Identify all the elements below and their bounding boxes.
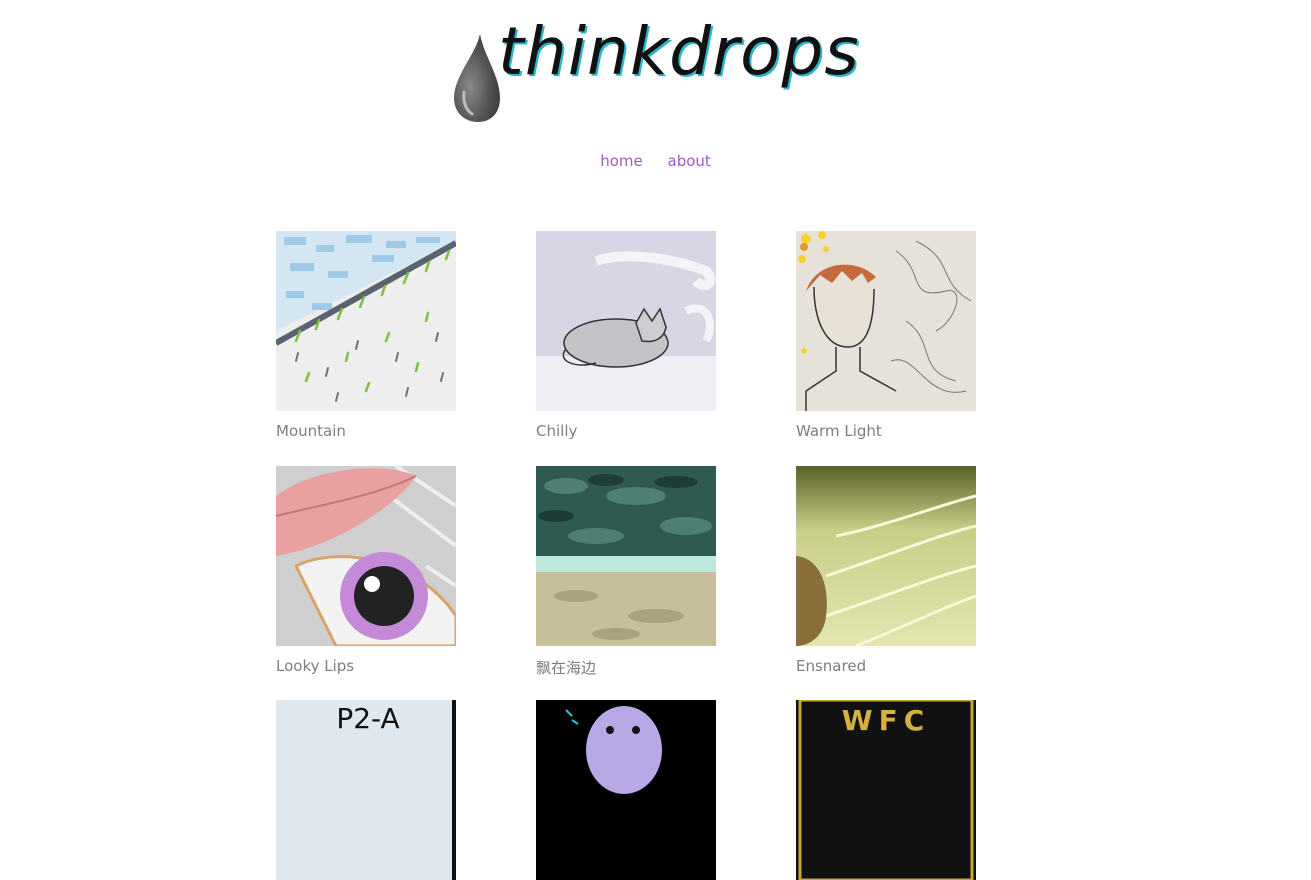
nav-link-home[interactable]: home — [600, 152, 643, 170]
artwork-thumbnail[interactable] — [536, 466, 716, 646]
main-nav: home about — [0, 152, 1311, 170]
gallery-item-wfc[interactable]: WFC — [796, 700, 976, 880]
artwork-label: WFC — [842, 704, 931, 737]
artwork-thumbnail[interactable] — [796, 466, 976, 646]
site-title: thinkdrops — [498, 13, 860, 90]
artwork-thumbnail[interactable]: P2-A — [276, 700, 456, 880]
gallery-item-looky-lips[interactable]: Looky Lips — [276, 466, 456, 675]
artwork-title: Chilly — [536, 422, 578, 440]
artwork-title: Ensnared — [796, 657, 867, 675]
gallery-item-mountain[interactable]: Mountain — [276, 231, 456, 440]
artwork-title: Looky Lips — [276, 657, 355, 675]
gallery-item-chilly[interactable]: Chilly — [536, 231, 716, 440]
gallery-item-portrait[interactable] — [536, 700, 716, 880]
site-logo[interactable]: thinkdrops — [450, 13, 859, 126]
artwork-label: P2-A — [336, 702, 399, 735]
artwork-thumbnail[interactable] — [536, 231, 716, 411]
gallery-item-warm-light[interactable]: Warm Light — [796, 231, 976, 440]
gallery-item-sea[interactable]: 飘在海边 — [536, 466, 716, 678]
artwork-title: 飘在海边 — [536, 659, 597, 677]
artwork-thumbnail[interactable] — [536, 700, 716, 880]
artwork-thumbnail[interactable] — [276, 231, 456, 411]
artwork-thumbnail[interactable]: WFC — [796, 700, 976, 880]
artwork-thumbnail[interactable] — [276, 466, 456, 646]
gallery-item-ensnared[interactable]: Ensnared — [796, 466, 976, 675]
artwork-title: Warm Light — [796, 422, 882, 440]
gallery-item-p2a[interactable]: P2-A — [276, 700, 456, 880]
nav-link-about[interactable]: about — [668, 152, 711, 170]
artwork-thumbnail[interactable] — [796, 231, 976, 411]
artwork-title: Mountain — [276, 422, 346, 440]
ink-drop-icon — [454, 34, 500, 122]
